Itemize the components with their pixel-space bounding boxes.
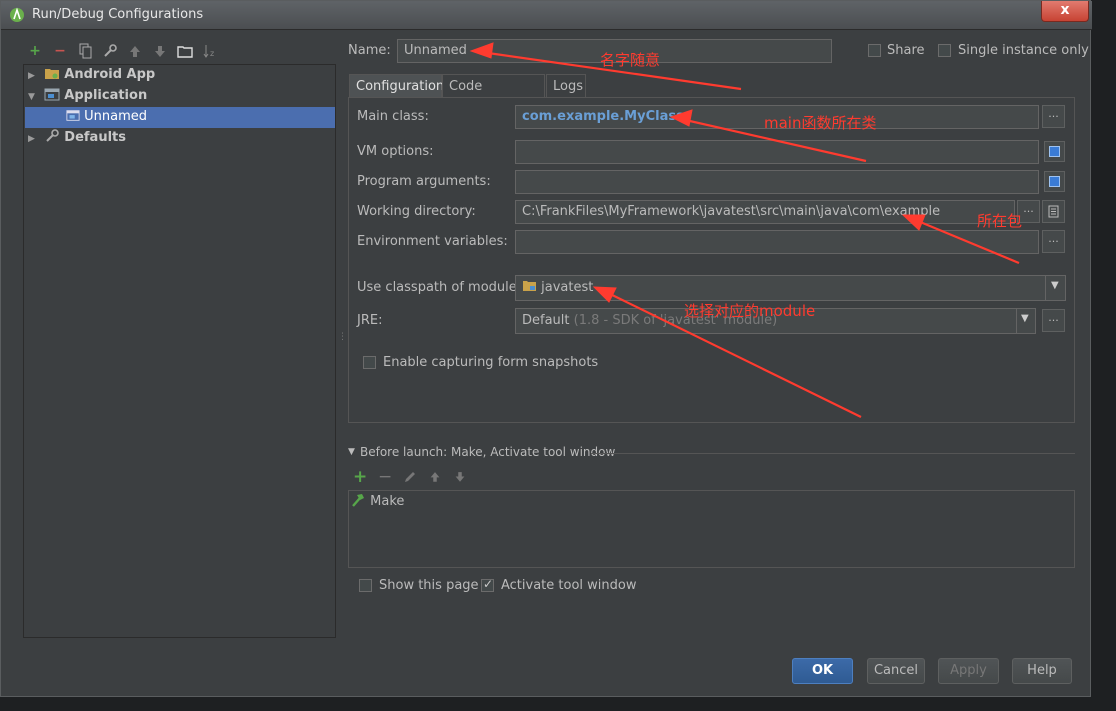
program-arguments-label: Program arguments: (357, 174, 491, 189)
edit-task-icon[interactable] (403, 470, 417, 484)
name-annotation: 名字随意 (600, 51, 661, 69)
move-task-up-icon[interactable] (428, 469, 442, 484)
move-task-down-icon[interactable] (453, 469, 467, 484)
before-launch-header: Before launch: Make, Activate tool windo… (360, 445, 616, 459)
activate-tool-window-label[interactable]: Activate tool window (501, 578, 636, 593)
classpath-module-label: Use classpath of module: (357, 280, 522, 295)
environment-variables-label: Environment variables: (357, 234, 508, 249)
browse-jre-button[interactable]: ... (1042, 309, 1065, 332)
tab-configuration[interactable]: Configuration (349, 74, 444, 97)
tree-item-label: Application (64, 88, 148, 103)
browse-main-class-button[interactable]: ... (1042, 105, 1065, 128)
list-item[interactable]: Make (351, 493, 404, 511)
name-label: Name: (348, 43, 391, 58)
move-up-icon[interactable] (127, 43, 143, 59)
environment-variables-input[interactable] (515, 230, 1039, 254)
insert-macro-button[interactable] (1042, 200, 1065, 223)
collapse-triangle-icon[interactable]: ▼ (348, 447, 355, 457)
chevron-down-icon: ▼ (1051, 280, 1059, 291)
expand-vm-options-icon[interactable] (1044, 141, 1065, 162)
add-icon[interactable]: + (27, 43, 43, 59)
activate-tool-window-checkbox[interactable]: ✓ (481, 577, 494, 592)
apply-button[interactable]: Apply (938, 658, 999, 684)
tab-logs[interactable]: Logs (546, 74, 586, 97)
main-class-label: Main class: (357, 109, 429, 124)
tree-item-label: Android App (64, 67, 156, 82)
tree-item-defaults[interactable]: ▶ Defaults (28, 128, 126, 148)
expanded-arrow-icon[interactable]: ▼ (28, 87, 40, 107)
show-this-page-checkbox[interactable] (359, 579, 372, 592)
splitter-grip[interactable]: ⋮ (338, 332, 347, 342)
before-launch-item-label: Make (370, 494, 405, 509)
sort-icon[interactable]: z (202, 43, 218, 59)
ok-button[interactable]: OK (792, 658, 853, 684)
remove-task-icon[interactable]: − (378, 467, 392, 487)
jre-label: JRE: (357, 313, 383, 328)
expand-program-arguments-icon[interactable] (1044, 171, 1065, 192)
chevron-down-icon: ▼ (1021, 313, 1029, 324)
svg-text:z: z (210, 49, 214, 58)
wrench-icon (46, 129, 59, 142)
capture-snapshots-label[interactable]: Enable capturing form snapshots (383, 355, 598, 370)
application-icon (44, 88, 60, 101)
tree-item-unnamed[interactable]: Unnamed (66, 107, 147, 127)
remove-icon[interactable]: − (52, 43, 68, 59)
tree-item-label: Defaults (64, 130, 126, 145)
add-task-icon[interactable]: + (353, 467, 367, 487)
single-instance-label[interactable]: Single instance only (958, 43, 1089, 58)
hammer-icon (352, 494, 364, 507)
share-label[interactable]: Share (887, 43, 925, 58)
classpath-dropdown-button[interactable]: ▼ (1045, 276, 1066, 300)
working-directory-input[interactable]: C:\FrankFiles\MyFramework\javatest\src\m… (515, 200, 1015, 224)
copy-icon[interactable] (77, 43, 93, 59)
cancel-button[interactable]: Cancel (867, 658, 925, 684)
window-title: Run/Debug Configurations (32, 7, 204, 22)
working-directory-label: Working directory: (357, 204, 476, 219)
jre-dropdown-button[interactable]: ▼ (1016, 309, 1036, 333)
collapsed-arrow-icon[interactable]: ▶ (28, 129, 40, 149)
tree-item-android-app[interactable]: ▶ Android App (28, 65, 155, 85)
vm-options-input[interactable] (515, 140, 1039, 164)
capture-snapshots-checkbox[interactable] (363, 356, 376, 369)
configuration-tree: ▶ Android App ▼ Application Unnamed ▶ De… (23, 64, 336, 638)
checkmark-icon: ✓ (483, 577, 494, 591)
edit-environment-button[interactable]: ... (1042, 230, 1065, 253)
show-this-page-label[interactable]: Show this page (379, 578, 479, 593)
tree-item-application[interactable]: ▼ Application (28, 86, 147, 106)
before-launch-list: Make (348, 490, 1075, 568)
help-button[interactable]: Help (1012, 658, 1072, 684)
folder-icon[interactable] (177, 43, 193, 59)
before-launch-divider (591, 453, 1075, 454)
classpath-module-select[interactable]: javatest (515, 275, 1066, 301)
title-bar: Run/Debug Configurations x (1, 1, 1092, 30)
jre-value: Default (522, 313, 570, 328)
android-studio-icon (10, 7, 24, 22)
vm-options-label: VM options: (357, 144, 434, 159)
single-instance-checkbox[interactable] (938, 44, 951, 57)
collapsed-arrow-icon[interactable]: ▶ (28, 66, 40, 86)
move-down-icon[interactable] (152, 43, 168, 59)
close-button[interactable]: x (1041, 1, 1089, 22)
dialog-window: Run/Debug Configurations x + − z ▶ Andro… (0, 0, 1092, 697)
close-icon: x (1060, 2, 1070, 18)
tree-item-label: Unnamed (84, 109, 148, 124)
tab-code-coverage[interactable]: Code Coverage (442, 74, 545, 117)
document-icon (1048, 205, 1059, 218)
wrench-icon[interactable] (102, 43, 118, 59)
android-app-icon (45, 69, 60, 79)
application-icon (66, 110, 80, 121)
main-class-annotation: main函数所在类 (764, 114, 877, 132)
module-folder-icon (523, 281, 536, 291)
module-annotation: 选择对应的module (684, 302, 816, 320)
share-checkbox[interactable] (868, 44, 881, 57)
program-arguments-input[interactable] (515, 170, 1039, 194)
package-annotation: 所在包 (977, 212, 1023, 230)
classpath-module-value: javatest (541, 280, 594, 295)
